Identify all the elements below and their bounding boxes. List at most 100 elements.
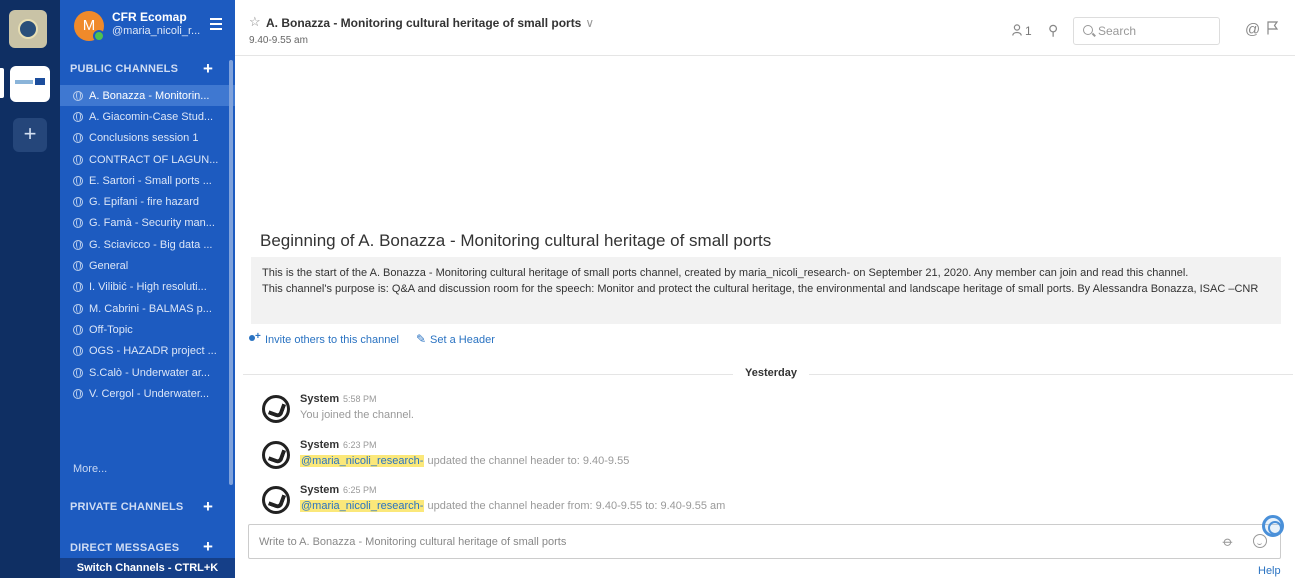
channel-name: M. Cabrini - BALMAS p... bbox=[89, 302, 212, 315]
message-input[interactable] bbox=[259, 533, 1159, 551]
post-username[interactable]: System bbox=[300, 439, 339, 451]
member-count[interactable]: 1 bbox=[1025, 24, 1032, 38]
team-logo[interactable] bbox=[9, 10, 47, 48]
sidebar-channel-item[interactable]: CONTRACT OF LAGUN... bbox=[60, 149, 235, 170]
intro-actions: Invite others to this channel ✎Set a Hea… bbox=[249, 331, 495, 346]
direct-messages-label: DIRECT MESSAGES bbox=[70, 542, 180, 554]
switch-channels-button[interactable]: Switch Channels - CTRL+K bbox=[60, 558, 235, 578]
intro-line-1: This is the start of the A. Bonazza - Mo… bbox=[262, 267, 1189, 279]
post: System 5:58 PM You joined the channel. bbox=[262, 393, 1262, 429]
post-timestamp[interactable]: 5:58 PM bbox=[343, 394, 377, 404]
add-public-channel-button[interactable]: + bbox=[203, 60, 213, 77]
sidebar-channel-item[interactable]: V. Cergol - Underwater... bbox=[60, 383, 235, 404]
date-separator-label: Yesterday bbox=[733, 367, 809, 379]
channel-name: G. Sciavicco - Big data ... bbox=[89, 238, 213, 251]
message-composer: ⌀ bbox=[248, 524, 1281, 559]
globe-icon bbox=[73, 90, 83, 101]
sidebar-channel-item[interactable]: General bbox=[60, 255, 235, 276]
user-mention[interactable]: @maria_nicoli_research- bbox=[300, 455, 425, 467]
system-avatar-icon bbox=[262, 395, 290, 423]
date-separator: Yesterday bbox=[243, 366, 1293, 382]
sidebar-channel-item[interactable]: Conclusions session 1 bbox=[60, 128, 235, 149]
menu-icon[interactable] bbox=[210, 18, 222, 33]
sidebar-channel-item[interactable]: A. Giacomin-Case Stud... bbox=[60, 106, 235, 127]
help-ring-icon[interactable] bbox=[1262, 515, 1284, 537]
globe-icon bbox=[73, 175, 83, 186]
globe-icon bbox=[73, 133, 83, 144]
post: System 6:25 PM @maria_nicoli_research- upd… bbox=[262, 484, 1262, 520]
post-timestamp[interactable]: 6:25 PM bbox=[343, 485, 377, 495]
channel-name: I. Vilibić - High resoluti... bbox=[89, 281, 207, 294]
team-sidebar: + bbox=[0, 0, 60, 578]
pin-icon[interactable]: ⚲ bbox=[1048, 22, 1058, 39]
team-cfr-ecomap[interactable] bbox=[10, 66, 50, 102]
sidebar-channel-item[interactable]: G. Epifani - fire hazard bbox=[60, 191, 235, 212]
post-message-text: updated the channel header from: 9.40-9.… bbox=[424, 500, 726, 512]
public-channel-list: A. Bonazza - Monitorin... A. Giacomin-Cas… bbox=[60, 85, 235, 404]
active-team-indicator bbox=[0, 68, 4, 98]
system-avatar-icon bbox=[262, 441, 290, 469]
sidebar-channel-item[interactable]: S.Calò - Underwater ar... bbox=[60, 362, 235, 383]
channel-name: V. Cergol - Underwater... bbox=[89, 387, 210, 400]
post-message: You joined the channel. bbox=[300, 409, 414, 421]
sidebar-channel-item[interactable]: G. Sciavicco - Big data ... bbox=[60, 234, 235, 255]
invite-others-link[interactable]: Invite others to this channel bbox=[265, 334, 399, 346]
channel-name: Conclusions session 1 bbox=[89, 132, 199, 145]
set-header-link[interactable]: Set a Header bbox=[430, 334, 495, 346]
channel-header-text: 9.40-9.55 am bbox=[249, 35, 308, 46]
post-timestamp[interactable]: 6:23 PM bbox=[343, 440, 377, 450]
pencil-icon: ✎ bbox=[415, 332, 427, 346]
post: System 6:23 PM @maria_nicoli_research- upd… bbox=[262, 439, 1262, 475]
search-icon bbox=[1083, 25, 1093, 35]
add-team-button[interactable]: + bbox=[13, 118, 47, 152]
channel-intro-description: This is the start of the A. Bonazza - Mo… bbox=[251, 257, 1281, 324]
channel-name: OGS - HAZADR project ... bbox=[89, 345, 217, 358]
emoji-icon[interactable] bbox=[1253, 534, 1267, 548]
more-channels-link[interactable]: More... bbox=[73, 463, 107, 475]
channel-title-text: A. Bonazza - Monitoring cultural heritag… bbox=[266, 16, 582, 30]
channel-intro-title: Beginning of A. Bonazza - Monitoring cul… bbox=[260, 231, 772, 250]
globe-icon bbox=[73, 282, 83, 293]
mentions-icon[interactable]: @ bbox=[1245, 21, 1260, 38]
add-private-channel-button[interactable]: + bbox=[203, 498, 213, 515]
search-box[interactable] bbox=[1073, 17, 1220, 45]
sidebar-channel-item[interactable]: G. Famà - Security man... bbox=[60, 213, 235, 234]
channel-name: E. Sartori - Small ports ... bbox=[89, 174, 212, 187]
user-mention[interactable]: @maria_nicoli_research- bbox=[300, 500, 425, 512]
paperclip-icon[interactable]: ⌀ bbox=[1219, 533, 1237, 551]
sidebar-channel-item[interactable]: OGS - HAZADR project ... bbox=[60, 341, 235, 362]
globe-icon bbox=[73, 367, 83, 378]
user-name: @maria_nicoli_r... bbox=[112, 25, 201, 37]
help-link[interactable]: Help bbox=[1258, 565, 1281, 577]
post-username[interactable]: System bbox=[300, 393, 339, 405]
channel-name: Off-Topic bbox=[89, 323, 133, 336]
sidebar-channel-item[interactable]: M. Cabrini - BALMAS p... bbox=[60, 298, 235, 319]
channel-header: ☆ A. Bonazza - Monitoring cultural herit… bbox=[235, 0, 1295, 56]
member-icon[interactable] bbox=[1012, 24, 1022, 36]
globe-icon bbox=[73, 154, 83, 165]
sidebar-channel-item[interactable]: I. Vilibić - High resoluti... bbox=[60, 277, 235, 298]
post-message-text: updated the channel header to: 9.40-9.55 bbox=[424, 455, 630, 467]
sidebar-channel-item[interactable]: Off-Topic bbox=[60, 319, 235, 340]
flag-icon[interactable] bbox=[1267, 21, 1279, 35]
channel-name: A. Giacomin-Case Stud... bbox=[89, 110, 214, 123]
channel-name: General bbox=[89, 260, 129, 273]
team-logo-emblem bbox=[18, 19, 38, 39]
search-input[interactable] bbox=[1098, 22, 1216, 40]
channel-name: A. Bonazza - Monitorin... bbox=[89, 89, 210, 102]
sidebar-channel-item[interactable]: A. Bonazza - Monitorin... bbox=[60, 85, 235, 107]
favorite-star-icon[interactable]: ☆ bbox=[249, 14, 261, 30]
globe-icon bbox=[73, 239, 83, 250]
post-message: @maria_nicoli_research- updated the chan… bbox=[300, 500, 725, 512]
intro-line-2: This channel's purpose is: Q&A and discu… bbox=[262, 283, 1259, 295]
post-username[interactable]: System bbox=[300, 484, 339, 496]
team-name: CFR Ecomap bbox=[112, 10, 187, 24]
channel-name: G. Epifani - fire hazard bbox=[89, 196, 200, 209]
post-message: @maria_nicoli_research- updated the chan… bbox=[300, 455, 629, 467]
channel-title[interactable]: A. Bonazza - Monitoring cultural heritag… bbox=[266, 16, 594, 30]
add-direct-message-button[interactable]: + bbox=[203, 538, 213, 555]
sidebar-scrollbar[interactable] bbox=[229, 60, 233, 485]
sidebar-channel-item[interactable]: E. Sartori - Small ports ... bbox=[60, 170, 235, 191]
globe-icon bbox=[73, 111, 83, 122]
sidebar-header[interactable]: M CFR Ecomap @maria_nicoli_r... bbox=[60, 0, 235, 50]
